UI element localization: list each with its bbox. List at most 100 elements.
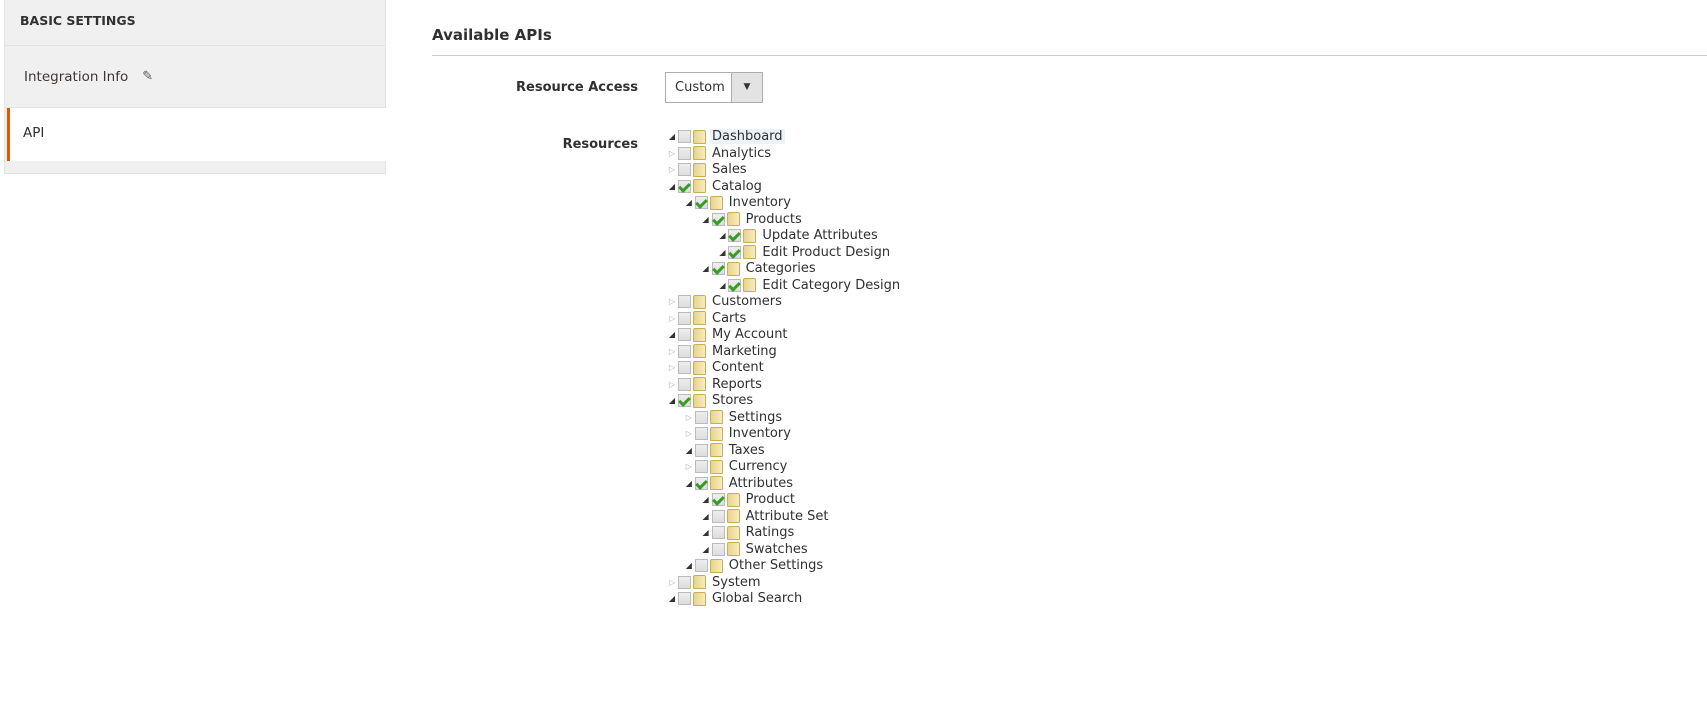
checkbox[interactable] — [678, 361, 691, 374]
tree-node[interactable]: ◢ Global Search — [666, 590, 804, 607]
chevron-down-icon[interactable]: ▼ — [731, 73, 762, 102]
tree-node-label[interactable]: Update Attributes — [760, 228, 879, 243]
tree-node-label[interactable]: Attributes — [727, 476, 795, 491]
tree-node-label[interactable]: Marketing — [710, 344, 779, 359]
checkbox[interactable] — [678, 179, 691, 193]
expanded-arrow-icon[interactable]: ◢ — [700, 264, 712, 273]
tree-node[interactable]: ◢ Other Settings — [683, 557, 825, 574]
tree-node-label[interactable]: My Account — [710, 327, 790, 342]
tree-node-label[interactable]: Reports — [710, 377, 764, 392]
checkbox[interactable] — [694, 427, 708, 440]
tree-node[interactable]: ◢ Product — [700, 491, 797, 508]
checkbox[interactable] — [678, 377, 691, 391]
expanded-arrow-icon[interactable]: ◢ — [716, 281, 728, 290]
tree-node[interactable]: ◢ Edit Product Design — [716, 244, 892, 261]
tree-node-label[interactable]: Categories — [744, 261, 818, 276]
checkbox[interactable] — [678, 344, 691, 358]
tree-node[interactable]: ◢ Attribute Set — [700, 508, 831, 525]
expanded-arrow-icon[interactable]: ◢ — [700, 545, 712, 554]
tree-node-label[interactable]: Global Search — [710, 591, 804, 606]
checkbox[interactable] — [711, 542, 725, 556]
tree-node-label[interactable]: Product — [744, 492, 797, 507]
checkbox[interactable] — [678, 592, 691, 605]
tree-node[interactable]: ▷ System — [666, 574, 762, 591]
tree-node-label[interactable]: Inventory — [727, 426, 793, 441]
checkbox[interactable] — [728, 229, 742, 242]
tree-node[interactable]: ◢ Dashboard — [666, 128, 785, 145]
collapsed-arrow-icon[interactable]: ▷ — [666, 347, 678, 356]
tree-node[interactable]: ◢ Products — [700, 211, 804, 228]
tree-node[interactable]: ◢ Swatches — [700, 541, 810, 558]
tree-node[interactable]: ▷ Settings — [683, 409, 784, 426]
tree-node-label[interactable]: Edit Product Design — [760, 245, 892, 260]
checkbox[interactable] — [694, 196, 708, 209]
collapsed-arrow-icon[interactable]: ▷ — [683, 413, 695, 422]
tree-node-label[interactable]: Customers — [710, 294, 784, 309]
checkbox[interactable] — [678, 575, 691, 589]
collapsed-arrow-icon[interactable]: ▷ — [666, 363, 678, 372]
checkbox[interactable] — [678, 130, 691, 143]
tree-node[interactable]: ▷ Marketing — [666, 343, 779, 360]
checkbox[interactable] — [711, 509, 725, 523]
checkbox[interactable] — [711, 212, 725, 226]
sidebar-item-integration-info[interactable]: Integration Info ✎ — [5, 46, 385, 108]
tree-node-label[interactable]: System — [710, 575, 762, 590]
checkbox[interactable] — [678, 394, 691, 407]
tree-node-label[interactable]: Ratings — [744, 525, 797, 540]
expanded-arrow-icon[interactable]: ◢ — [683, 198, 695, 207]
expanded-arrow-icon[interactable]: ◢ — [666, 396, 678, 405]
expanded-arrow-icon[interactable]: ◢ — [666, 132, 678, 141]
expanded-arrow-icon[interactable]: ◢ — [700, 512, 712, 521]
checkbox[interactable] — [678, 311, 691, 325]
tree-node-label[interactable]: Stores — [710, 393, 755, 408]
tree-node-label[interactable]: Edit Category Design — [760, 278, 902, 293]
collapsed-arrow-icon[interactable]: ▷ — [666, 297, 678, 306]
tree-node-label[interactable]: Other Settings — [727, 558, 825, 573]
collapsed-arrow-icon[interactable]: ▷ — [666, 578, 678, 587]
collapsed-arrow-icon[interactable]: ▷ — [666, 380, 678, 389]
checkbox[interactable] — [728, 278, 742, 292]
checkbox[interactable] — [694, 559, 708, 572]
checkbox[interactable] — [728, 245, 742, 259]
checkbox[interactable] — [711, 262, 725, 275]
tree-node[interactable]: ◢ Attributes — [683, 475, 795, 492]
tree-node[interactable]: ▷ Carts — [666, 310, 748, 327]
tree-node-label[interactable]: Attribute Set — [744, 509, 831, 524]
tree-node-label[interactable]: Sales — [710, 162, 749, 177]
collapsed-arrow-icon[interactable]: ▷ — [683, 429, 695, 438]
tree-node[interactable]: ◢ Categories — [700, 260, 818, 277]
tree-node[interactable]: ▷ Analytics — [666, 145, 773, 162]
tree-node[interactable]: ▷ Inventory — [683, 425, 793, 442]
checkbox[interactable] — [678, 163, 691, 176]
sidebar-item-api[interactable]: API — [7, 108, 386, 161]
tree-node-label[interactable]: Swatches — [744, 542, 810, 557]
tree-node[interactable]: ◢ Inventory — [683, 194, 793, 211]
expanded-arrow-icon[interactable]: ◢ — [716, 231, 728, 240]
expanded-arrow-icon[interactable]: ◢ — [683, 446, 695, 455]
resource-access-select[interactable]: Custom ▼ — [665, 72, 763, 103]
checkbox[interactable] — [711, 493, 725, 506]
checkbox[interactable] — [678, 328, 691, 341]
tree-node[interactable]: ▷ Currency — [683, 458, 790, 475]
tree-node[interactable]: ◢ Catalog — [666, 178, 764, 195]
expanded-arrow-icon[interactable]: ◢ — [666, 330, 678, 339]
checkbox[interactable] — [711, 526, 725, 539]
checkbox[interactable] — [694, 443, 708, 457]
tree-node-label[interactable]: Catalog — [710, 179, 764, 194]
tree-node-label[interactable]: Taxes — [727, 443, 767, 458]
tree-node-label[interactable]: Products — [744, 212, 804, 227]
tree-node-label[interactable]: Content — [710, 360, 766, 375]
expanded-arrow-icon[interactable]: ◢ — [700, 215, 712, 224]
checkbox[interactable] — [694, 476, 708, 490]
expanded-arrow-icon[interactable]: ◢ — [666, 182, 678, 191]
expanded-arrow-icon[interactable]: ◢ — [683, 561, 695, 570]
tree-node-label[interactable]: Currency — [727, 459, 790, 474]
tree-node[interactable]: ▷ Sales — [666, 161, 749, 178]
tree-node[interactable]: ◢ Taxes — [683, 442, 767, 459]
tree-node[interactable]: ▷ Customers — [666, 293, 784, 310]
collapsed-arrow-icon[interactable]: ▷ — [683, 462, 695, 471]
checkbox[interactable] — [694, 460, 708, 473]
tree-node-label[interactable]: Dashboard — [710, 129, 785, 144]
tree-node[interactable]: ◢ Stores — [666, 392, 755, 409]
checkbox[interactable] — [678, 295, 691, 308]
